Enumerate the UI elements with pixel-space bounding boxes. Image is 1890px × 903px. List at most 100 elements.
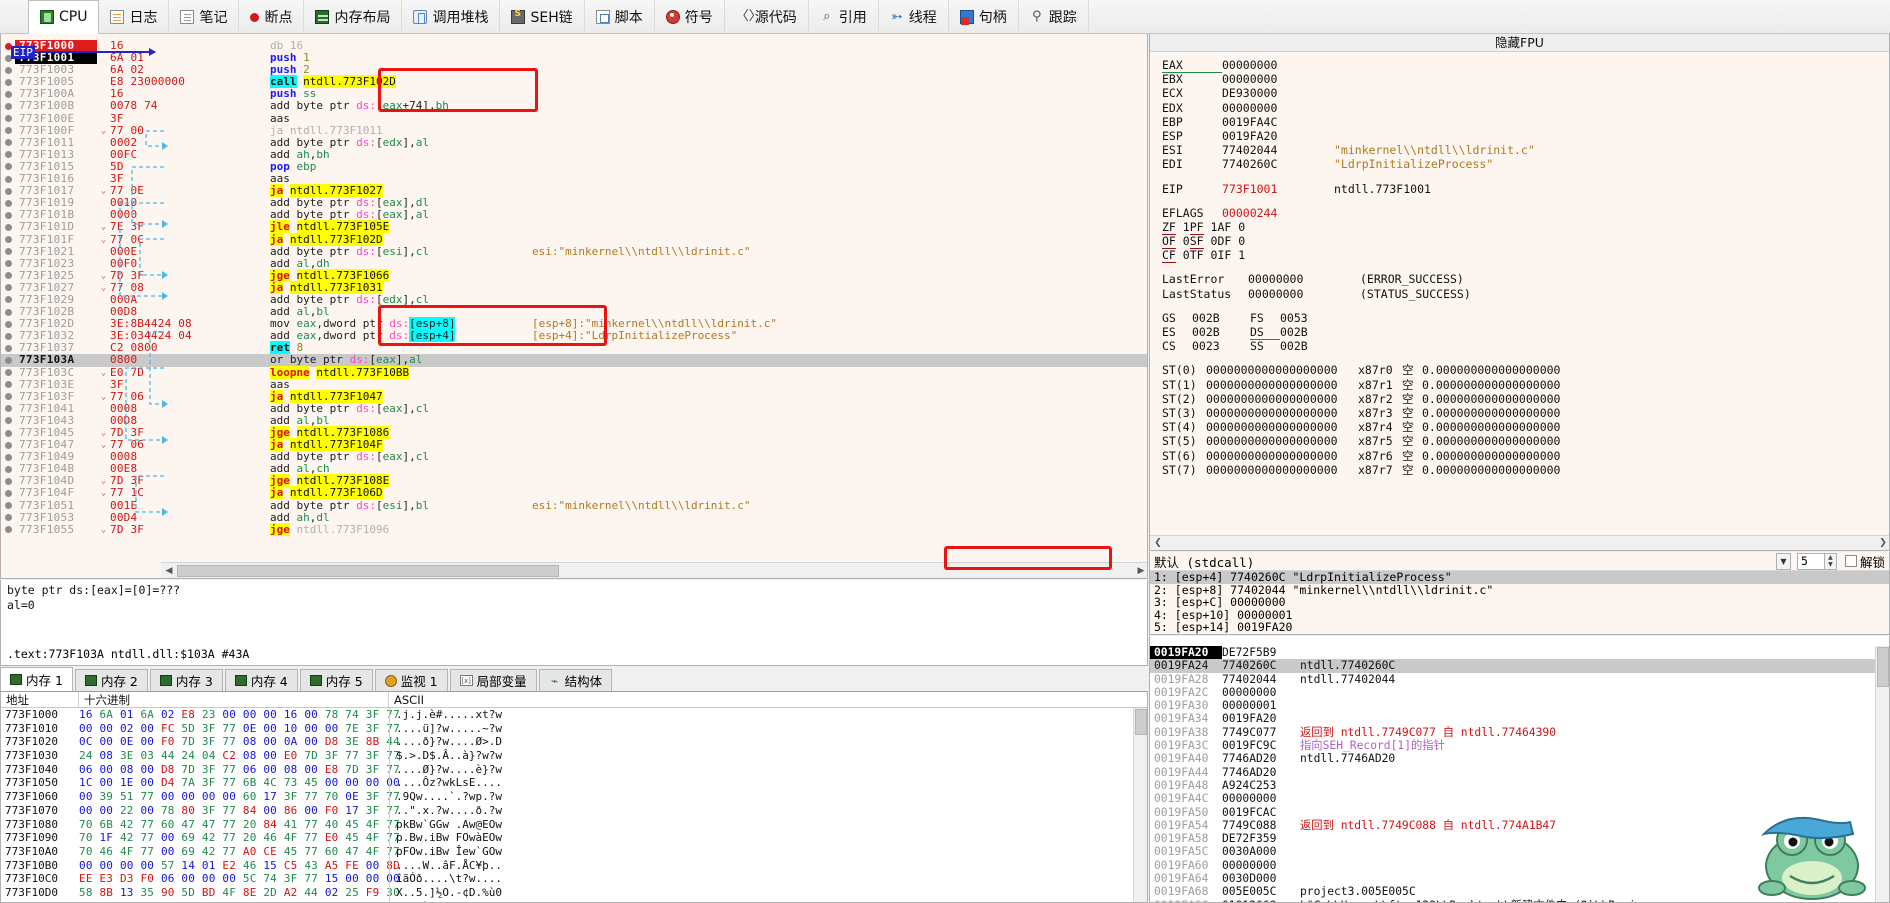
breakpoint-toggle[interactable] [1,475,15,487]
fold-arrow-icon[interactable] [97,137,110,149]
disassembly-row[interactable]: 773F103A 0800 or byte ptr ds:[eax],al [1,354,1147,367]
toolbar-tab-2[interactable]: 笔记 [169,0,240,33]
fold-arrow-icon[interactable] [97,463,110,475]
flag-value[interactable]: 0 [1176,234,1190,248]
fpu-row[interactable]: ST(2) 0000000000000000000 x87r2 空 0.00000000… [1162,392,1889,406]
eflags-value[interactable]: 00000244 [1222,206,1334,220]
disassembly-row[interactable]: 773F1023 00F0 add al,dh [1,257,1147,270]
disassembly-row[interactable]: 773F1029 000A add byte ptr ds:[edx],cl [1,293,1147,306]
breakpoint-toggle[interactable] [1,209,15,221]
flag-value[interactable]: 0 [1204,248,1218,262]
last-row[interactable]: LastError 00000000 (ERROR_SUCCESS) [1162,272,1889,286]
breakpoint-toggle[interactable] [1,342,15,354]
fold-arrow-icon[interactable] [97,451,110,463]
stack-row[interactable]: 0019FA30 00000001 [1150,699,1889,712]
dump-tab-1[interactable]: 内存 2 [74,669,148,691]
stack-row[interactable]: 0019FA24 7740260C ntdll.7740260C [1150,659,1889,673]
segment-value[interactable]: 002B [1192,311,1250,325]
hex-dump-row[interactable]: 773F1060 00 39 51 77 00 00 00 00 60 17 3F… [1,790,1147,804]
register-row[interactable]: ECX DE930000 [1162,86,1889,100]
dump-tab-0[interactable]: 内存 1 [0,667,73,691]
segment-value[interactable]: 0023 [1192,339,1250,353]
fold-arrow-icon[interactable] [97,88,110,100]
breakpoint-toggle[interactable] [1,258,15,270]
breakpoint-toggle[interactable] [1,415,15,427]
hex-dump-row[interactable]: 773F1010 00 00 02 00 FC 5D 3F 77 0E 00 10… [1,721,1147,736]
disassembly-row[interactable]: 773F103C ⌄ E0 7D loopne ntdll.773F10BB [1,365,1147,379]
flags-row[interactable]: ZF 1PF 1AF 0 [1162,219,1889,235]
register-row[interactable]: EDI 7740260C "LdrpInitializeProcess" [1162,157,1889,171]
toolbar-tab-5[interactable]: 调用堆栈 [402,0,501,33]
hex-dump-row[interactable]: 773F1090 70 1F 42 77 00 69 42 77 20 46 4F… [1,831,1147,845]
fold-arrow-icon[interactable]: ⌄ [97,524,110,536]
fold-arrow-icon[interactable] [97,64,110,76]
fpu-row[interactable]: ST(1) 0000000000000000000 x87r1 空 0.00000000… [1162,378,1889,392]
disassembly-row[interactable]: 773F104F ⌄ 77 1C ja ntdll.773F106D [1,486,1147,500]
disassembly-row[interactable]: 773F1000 16 db 16 [1,40,1147,53]
hex-dump-row[interactable]: 773F1070 00 00 22 00 78 80 3F 77 84 00 86… [1,803,1147,818]
dump-tab-4[interactable]: 内存 5 [299,669,373,691]
stack-row[interactable]: 0019FA34 0019FA20 [1150,712,1889,725]
flag-value[interactable]: 0 [1231,234,1245,248]
breakpoint-toggle[interactable] [1,125,15,137]
disassembly-row[interactable]: 773F1015 5D pop ebp [1,160,1147,173]
breakpoint-toggle[interactable] [1,379,15,391]
breakpoint-toggle[interactable] [1,173,15,185]
segment-value[interactable]: 002B [1280,339,1338,353]
fold-arrow-icon[interactable] [97,318,110,330]
register-row[interactable]: EDX 00000000 [1162,101,1889,115]
flags-row[interactable]: CF 0TF 0IF 1 [1162,248,1889,264]
fold-arrow-icon[interactable]: ⌄ [97,282,110,294]
unlock-checkbox[interactable] [1844,555,1857,567]
flag-value[interactable]: 1 [1204,220,1218,234]
register-row[interactable]: ESP 0019FA20 [1162,129,1889,143]
register-value[interactable]: 00000000 [1222,58,1334,72]
disassembly-row[interactable]: 773F1037 C2 0800 ret 8 [1,341,1147,355]
toolbar-tab-3[interactable]: 断点 [239,0,305,33]
stack-row[interactable]: 0019FA28 77402044 ntdll.77402044 [1150,673,1889,686]
breakpoint-toggle[interactable] [1,500,15,512]
register-value[interactable]: 7740260C [1222,157,1334,171]
fold-arrow-icon[interactable] [97,500,110,512]
disassembly-row[interactable]: 773F101F ⌄ 77 0C ja ntdll.773F102D [1,232,1147,246]
fold-arrow-icon[interactable] [97,52,110,64]
fold-arrow-icon[interactable] [97,258,110,270]
toolbar-tab-13[interactable]: ⚲ 跟踪 [1019,0,1089,33]
hex-dump-row[interactable]: 773F10B0 00 00 00 00 57 14 01 E2 46 15 C5… [1,858,1147,873]
dump-tab-5[interactable]: 监视 1 [374,669,448,691]
hex-dump-row[interactable]: 773F10D0 58 8B 13 35 90 5D BD 4F 8E 2D A2… [1,885,1147,900]
scroll-right-button[interactable]: ▶ [1133,563,1147,578]
breakpoint-toggle[interactable] [1,439,15,451]
fold-arrow-icon[interactable] [97,113,110,125]
fpu-row[interactable]: ST(7) 0000000000000000000 x87r7 空 0.00000000… [1162,463,1889,477]
fpu-toggle-header[interactable]: 隐藏FPU [1150,34,1889,52]
fold-arrow-icon[interactable] [97,294,110,306]
stack-row[interactable]: 0019FA48 A924C253 [1150,779,1889,792]
hex-dump-vscrollbar[interactable] [1133,708,1147,902]
dump-tab-3[interactable]: 内存 4 [224,669,298,691]
dump-tab-strip[interactable]: 内存 1 内存 2 内存 3 内存 4 内存 5 监视 1 [x] 局部变量 ⌁ 结构体 [0,666,1148,692]
breakpoint-toggle[interactable] [1,524,15,536]
disassembly-row[interactable]: 773F103F ⌄ 77 06 ja ntdll.773F1047 [1,389,1147,403]
disassembly-row[interactable]: 773F1013 00FC add ah,bh [1,148,1147,161]
stack-row[interactable]: 0019FA38 7749C077 返回到 ntdll.7749C077 自 ntd… [1150,726,1889,739]
hex-dump-row[interactable]: 773F1080 70 6B 42 77 60 47 47 77 20 84 41… [1,817,1147,832]
breakpoint-toggle[interactable] [1,149,15,161]
fold-arrow-icon[interactable] [97,173,110,185]
fpu-row[interactable]: ST(0) 0000000000000000000 x87r0 空 0.00000000… [1162,363,1889,377]
breakpoint-toggle[interactable] [1,487,15,499]
breakpoint-toggle[interactable] [1,330,15,342]
fold-arrow-icon[interactable] [97,512,110,524]
hex-dump-row[interactable]: 773F1020 0C 00 0E 00 F0 7D 3F 77 08 00 0A… [1,735,1147,750]
register-value[interactable]: 77402044 [1222,143,1334,157]
disassembly-row[interactable]: 773F1041 0008 add byte ptr ds:[eax],cl [1,402,1147,415]
disassembly-row[interactable]: 773F1049 0008 add byte ptr ds:[eax],cl [1,451,1147,463]
register-value[interactable]: 0019FA4C [1222,115,1334,129]
eip-row[interactable]: EIP 773F1001 ntdll.773F1001 [1162,182,1889,196]
reg-scroll-right-button[interactable]: ❯ [1875,535,1889,550]
eflags-row[interactable]: EFLAGS 00000244 [1162,206,1889,220]
fold-arrow-icon[interactable]: ⌄ [97,391,110,403]
breakpoint-toggle[interactable] [1,318,15,330]
fold-arrow-icon[interactable] [97,100,110,112]
fold-arrow-icon[interactable] [97,403,110,415]
